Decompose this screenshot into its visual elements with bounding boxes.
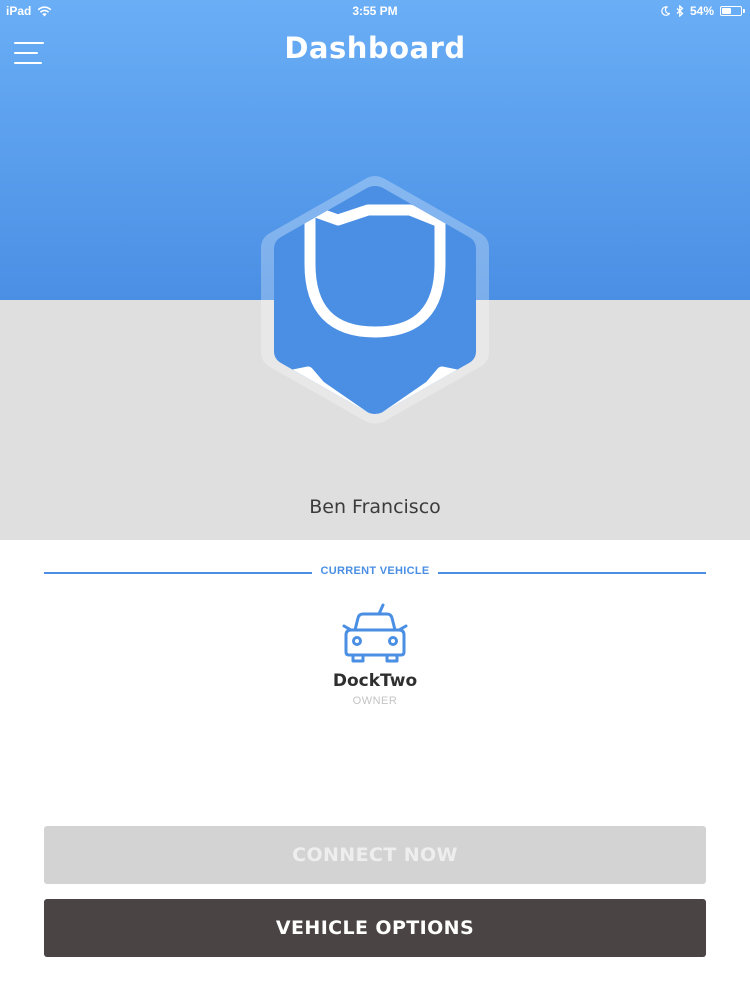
section-label: CURRENT VEHICLE xyxy=(320,565,430,577)
vehicle-role: OWNER xyxy=(352,695,398,707)
connect-now-button[interactable]: CONNECT NOW xyxy=(44,826,706,884)
vehicle-options-button[interactable]: VEHICLE OPTIONS xyxy=(44,899,706,957)
battery-percent: 54% xyxy=(689,4,714,18)
shield-hexagon-logo-icon xyxy=(261,176,489,424)
vehicle-name: DockTwo xyxy=(332,671,418,691)
status-time: 3:55 PM xyxy=(352,4,398,18)
bluetooth-icon xyxy=(676,5,684,17)
user-name: Ben Francisco xyxy=(309,496,441,518)
current-vehicle-divider: CURRENT VEHICLE xyxy=(44,565,706,581)
moon-icon xyxy=(661,6,670,16)
car-icon xyxy=(341,600,409,666)
avatar xyxy=(258,174,492,426)
battery-fill xyxy=(722,8,732,14)
page-title: Dashboard xyxy=(284,31,466,65)
status-bar: iPad 3:55 PM 54% xyxy=(0,0,750,22)
hamburger-menu-icon[interactable] xyxy=(14,40,46,68)
battery-icon xyxy=(720,6,745,16)
